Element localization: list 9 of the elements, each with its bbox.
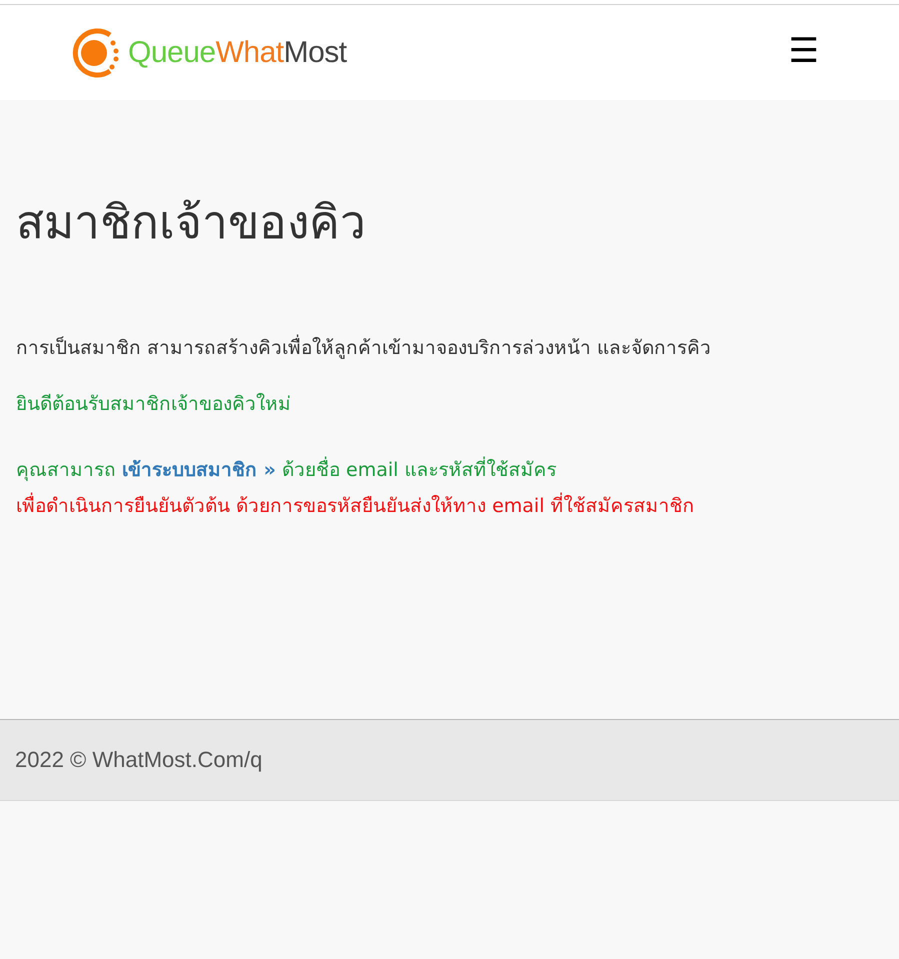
footer-text: 2022 © WhatMost.Com/q xyxy=(15,747,262,773)
welcome-text: ยินดีต้อนรับสมาชิกเจ้าของคิวใหม่ xyxy=(16,392,292,418)
notice-text: เพื่อดำเนินการยืนยันตัวต้น ด้วยการขอรหัสยืนยันส่งให้ทาง email ที่ใช้สมัครสมาชิก xyxy=(16,488,883,524)
logo-text[interactable]: QueueWhatMost xyxy=(128,36,347,70)
login-link[interactable]: เข้าระบบสมาชิก » xyxy=(122,459,276,482)
login-text: คุณสามารถ เข้าระบบสมาชิก » ด้วยชื่อ email และรหัสที่ใช้สมัคร xyxy=(16,452,883,488)
menu-button[interactable]: ☰ xyxy=(788,34,819,72)
page-title: สมาชิกเจ้าของคิว xyxy=(16,195,367,250)
intro-text: การเป็นสมาชิก สามารถสร้างคิวเพื่อให้ลูกค้าเข้ามาจองบริการล่วงหน้า และจัดการคิว xyxy=(16,330,883,366)
